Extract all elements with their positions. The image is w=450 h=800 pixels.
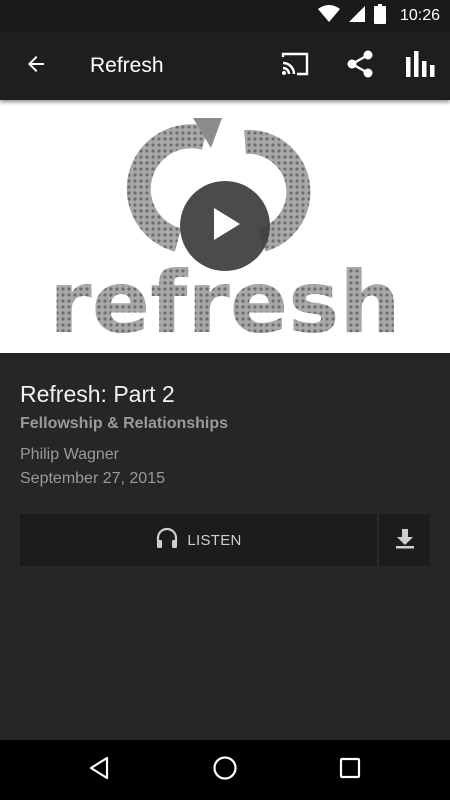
nav-back-button[interactable] xyxy=(76,750,124,790)
listen-bar: LISTEN xyxy=(20,514,430,566)
series-artwork: refresh xyxy=(0,100,450,353)
speaker-name: Philip Wagner xyxy=(20,446,120,463)
play-icon xyxy=(208,206,242,247)
nav-home-button[interactable] xyxy=(201,750,249,790)
download-button[interactable] xyxy=(379,514,430,566)
cast-button[interactable] xyxy=(273,46,317,86)
status-icons: 10:26 xyxy=(317,3,440,29)
stats-button[interactable] xyxy=(398,46,442,86)
listen-button[interactable]: LISTEN xyxy=(20,514,377,566)
nav-recents-button[interactable] xyxy=(326,750,374,790)
headphones-icon xyxy=(155,526,179,555)
status-time: 10:26 xyxy=(399,7,440,24)
play-button[interactable] xyxy=(180,181,270,271)
cast-icon xyxy=(280,51,310,82)
back-button[interactable] xyxy=(16,46,56,86)
nav-back-icon xyxy=(88,756,112,785)
share-button[interactable] xyxy=(338,46,382,86)
share-icon xyxy=(345,49,375,84)
status-bar: 10:26 xyxy=(0,0,450,32)
download-icon xyxy=(394,527,416,554)
arrow-back-icon xyxy=(24,52,48,81)
sermon-details: Refresh: Part 2 Fellowship & Relationshi… xyxy=(0,353,450,740)
listen-label: LISTEN xyxy=(187,531,242,549)
bar-chart-icon xyxy=(405,50,435,82)
sermon-date: September 27, 2015 xyxy=(20,470,165,487)
nav-recents-icon xyxy=(339,757,361,784)
sermon-title: Refresh: Part 2 xyxy=(20,381,175,407)
wifi-icon xyxy=(317,4,340,28)
page-title: Refresh xyxy=(90,54,164,77)
cell-signal-icon xyxy=(348,5,366,28)
battery-icon xyxy=(373,3,386,29)
nav-home-icon xyxy=(212,755,238,786)
app-bar: Refresh xyxy=(0,32,450,100)
system-nav-bar xyxy=(0,740,450,800)
series-name: Fellowship & Relationships xyxy=(20,415,229,432)
